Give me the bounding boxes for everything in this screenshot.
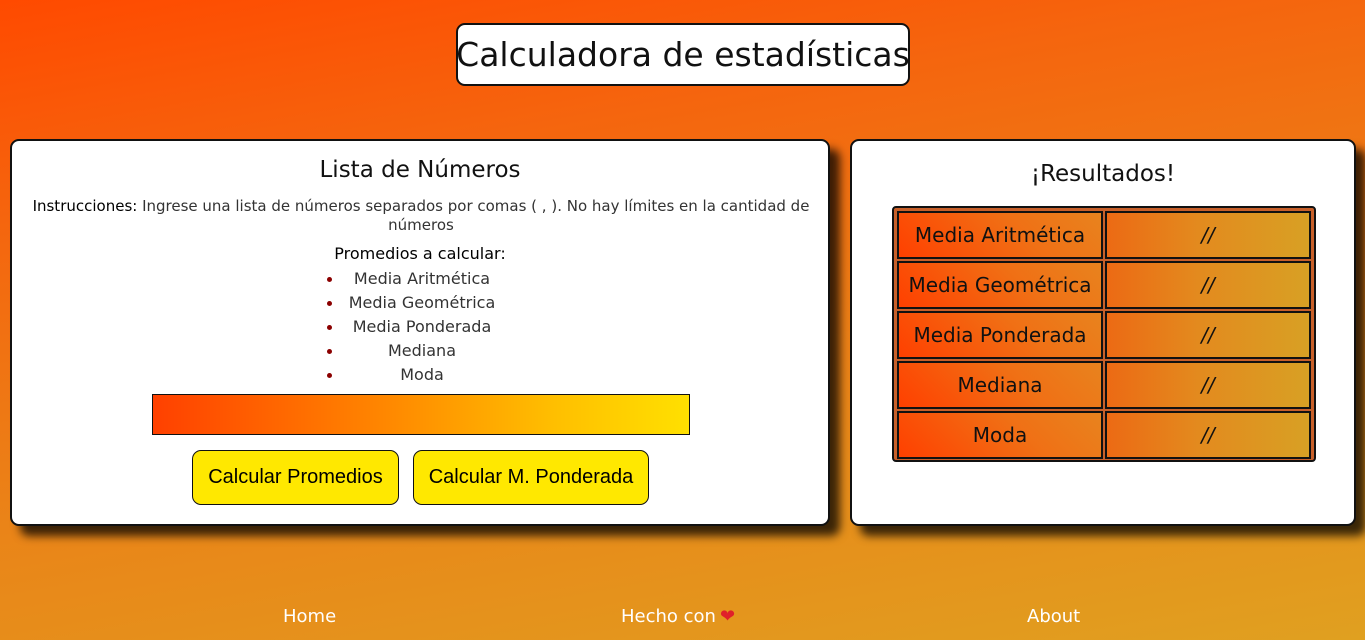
- table-row: Media Geométrica //: [896, 260, 1312, 310]
- bullet-icon: [327, 349, 332, 354]
- bullet-icon: [327, 277, 332, 282]
- instructions-text: Ingrese una lista de números separados p…: [137, 197, 810, 234]
- table-row: Media Aritmética //: [896, 210, 1312, 260]
- list-item: Moda: [327, 364, 502, 388]
- heart-icon: ❤: [719, 606, 736, 627]
- result-label: Media Ponderada: [897, 311, 1103, 359]
- result-label: Moda: [897, 411, 1103, 459]
- averages-list: Media Aritmética Media Geométrica Media …: [327, 268, 502, 388]
- calculate-averages-button[interactable]: Calcular Promedios: [192, 450, 399, 505]
- result-value: //: [1105, 411, 1311, 459]
- bullet-icon: [327, 325, 332, 330]
- list-item-label: Mediana: [388, 341, 456, 360]
- result-value: //: [1105, 261, 1311, 309]
- list-item-label: Media Aritmética: [353, 269, 491, 288]
- averages-title: Promedios a calcular:: [334, 244, 506, 263]
- list-item-label: Media Geométrica: [348, 293, 496, 312]
- result-value: //: [1105, 361, 1311, 409]
- list-item: Media Aritmética: [327, 268, 502, 292]
- results-table: Media Aritmética // Media Geométrica // …: [892, 206, 1316, 462]
- table-row: Moda //: [896, 410, 1312, 460]
- footer-about-link[interactable]: About: [1027, 606, 1080, 627]
- numbers-card: Lista de Números Instrucciones: Ingrese …: [10, 139, 830, 526]
- instructions-label: Instrucciones:: [32, 197, 138, 215]
- table-row: Mediana //: [896, 360, 1312, 410]
- made-with-text: Hecho con: [621, 606, 716, 627]
- results-card: ¡Resultados! Media Aritmética // Media G…: [850, 139, 1356, 526]
- result-value: //: [1105, 211, 1311, 259]
- result-label: Media Geométrica: [897, 261, 1103, 309]
- instructions: Instrucciones: Ingrese una lista de núme…: [26, 197, 816, 235]
- numbers-card-title: Lista de Números: [319, 157, 521, 183]
- bullet-icon: [327, 301, 332, 306]
- list-item: Media Ponderada: [327, 316, 502, 340]
- list-item: Media Geométrica: [327, 292, 502, 316]
- page-title: Calculadora de estadísticas: [456, 23, 910, 86]
- footer-made-with: Hecho con ❤: [621, 606, 735, 627]
- list-item-label: Media Ponderada: [352, 317, 492, 336]
- numbers-input[interactable]: [152, 394, 690, 435]
- footer-home-link[interactable]: Home: [283, 606, 336, 627]
- bullet-icon: [327, 373, 332, 378]
- result-label: Mediana: [897, 361, 1103, 409]
- list-item-label: Moda: [400, 365, 444, 384]
- list-item: Mediana: [327, 340, 502, 364]
- footer: Home Hecho con ❤ About: [0, 606, 1365, 632]
- results-card-title: ¡Resultados!: [1030, 161, 1176, 187]
- result-value: //: [1105, 311, 1311, 359]
- result-label: Media Aritmética: [897, 211, 1103, 259]
- calculate-weighted-button[interactable]: Calcular M. Ponderada: [413, 450, 649, 505]
- table-row: Media Ponderada //: [896, 310, 1312, 360]
